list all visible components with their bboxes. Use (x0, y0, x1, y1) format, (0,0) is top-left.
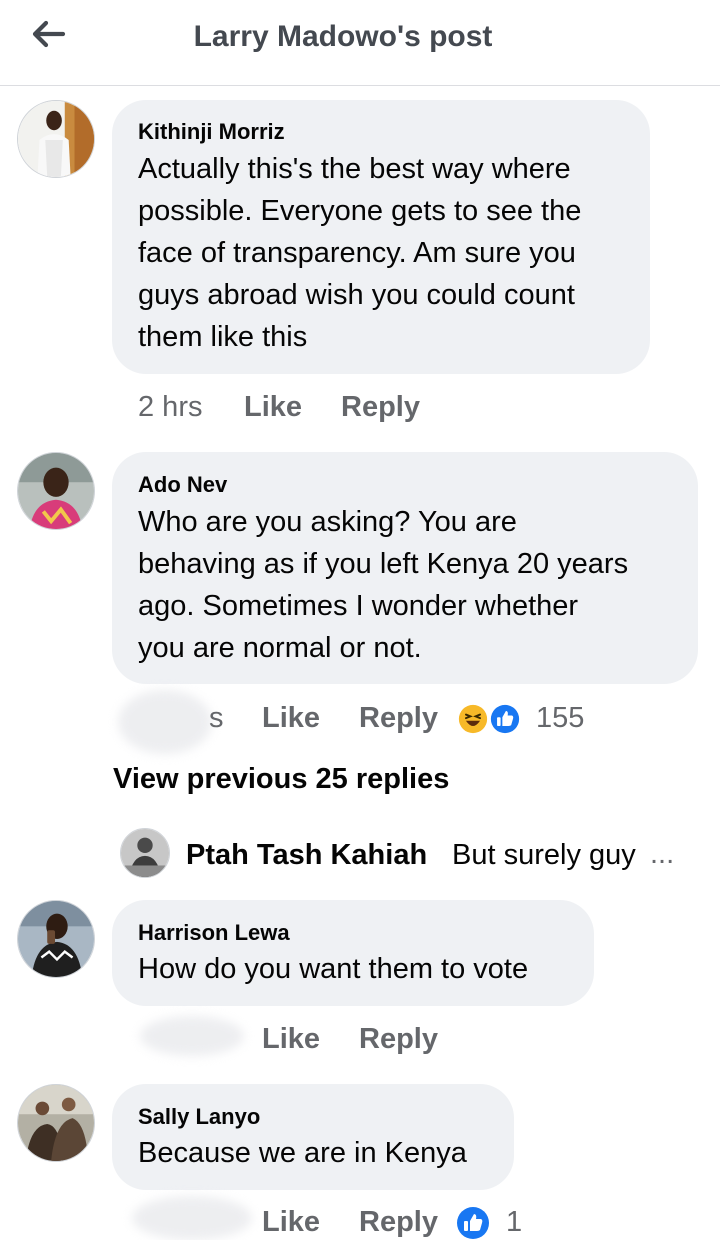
redacted-timestamp (140, 1016, 244, 1056)
comment-bubble[interactable]: Harrison Lewa How do you want them to vo… (112, 900, 594, 1006)
like-reaction-icon[interactable] (456, 1206, 490, 1240)
comment-author[interactable]: Sally Lanyo (138, 1104, 260, 1130)
reply-author[interactable]: Ptah Tash Kahiah (186, 839, 427, 872)
comment-text: How do you want them to vote (138, 953, 529, 985)
comment-author[interactable]: Kithinji Morriz (138, 119, 285, 145)
comment-text: Who are you asking? You are behaving as … (138, 506, 629, 664)
redacted-timestamp (118, 690, 212, 754)
avatar (120, 828, 170, 878)
header-bar: Larry Madowo's post (0, 0, 720, 86)
like-button[interactable]: Like (262, 1023, 320, 1056)
truncation-ellipsis: ... (650, 838, 675, 870)
comment-time: 2 hrs (138, 391, 203, 423)
comment-bubble[interactable]: Ado Nev Who are you asking? You are beha… (112, 452, 698, 684)
reply-button[interactable]: Reply (359, 1023, 438, 1056)
avatar[interactable] (17, 1084, 95, 1162)
view-previous-replies-link[interactable]: View previous 25 replies (113, 763, 449, 796)
redacted-timestamp (132, 1196, 252, 1240)
reply-preview-row[interactable]: Ptah Tash Kahiah But surely guy ... (120, 828, 700, 878)
reply-button[interactable]: Reply (359, 702, 438, 735)
comment-author[interactable]: Harrison Lewa (138, 920, 290, 946)
comment-bubble[interactable]: Kithinji Morriz Actually this's the best… (112, 100, 650, 374)
page-title: Larry Madowo's post (193, 20, 493, 53)
avatar[interactable] (17, 100, 95, 178)
comment-author[interactable]: Ado Nev (138, 472, 227, 498)
comment-bubble[interactable]: Sally Lanyo Because we are in Kenya (112, 1084, 514, 1190)
comment-text: Actually this's the best way where possi… (138, 153, 582, 353)
reaction-count[interactable]: 155 (536, 702, 584, 735)
reaction-count[interactable]: 1 (506, 1206, 522, 1239)
haha-icon (456, 702, 490, 736)
comment-text: Because we are in Kenya (138, 1137, 467, 1169)
reply-snippet: But surely guy (452, 839, 636, 871)
reaction-icons[interactable] (456, 702, 524, 736)
reply-button[interactable]: Reply (359, 1206, 438, 1239)
like-button[interactable]: Like (244, 391, 302, 424)
like-reaction-icon (488, 702, 522, 736)
reply-button[interactable]: Reply (341, 391, 420, 424)
like-button[interactable]: Like (262, 1206, 320, 1239)
like-button[interactable]: Like (262, 702, 320, 735)
avatar[interactable] (17, 900, 95, 978)
comment-time: s (209, 702, 224, 734)
avatar[interactable] (17, 452, 95, 530)
